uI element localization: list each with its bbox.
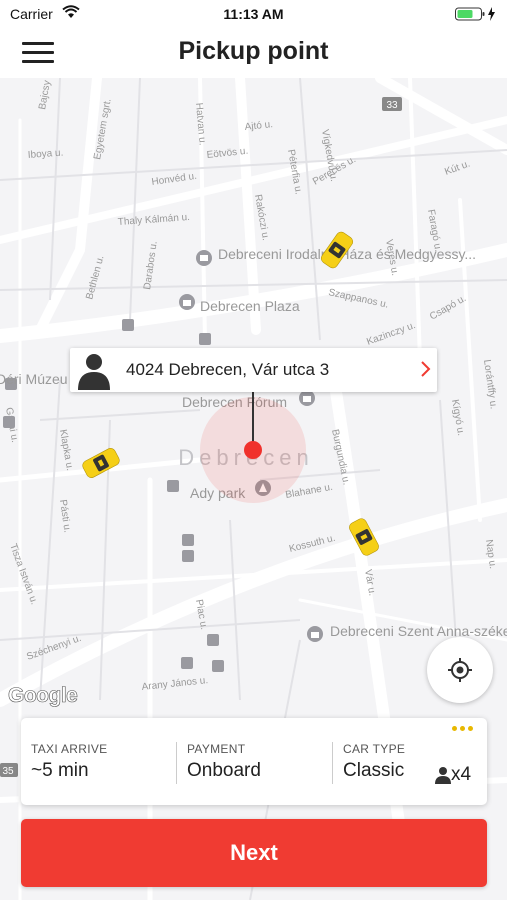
place-label: Debrecen Plaza [200,298,300,314]
pickup-address-text: 4024 Debrecen, Vár utca 3 [126,360,330,379]
trip-info-card: TAXI ARRIVE ~5 min PAYMENT Onboard CAR T… [21,718,487,805]
crosshair-icon [448,658,472,682]
chevron-right-icon[interactable] [419,359,433,379]
person-icon [78,354,110,390]
payment-value: Onboard [187,760,261,781]
seats-indicator: x4 [435,764,471,786]
car-type-value: Classic [343,760,405,781]
google-logo: Google [8,684,78,708]
pickup-address-bar[interactable]: 4024 Debrecen, Vár utca 3 [70,348,437,392]
place-label: Déri Múzeu [0,371,68,387]
payment-label: PAYMENT [187,742,246,756]
more-options-icon[interactable] [452,726,473,731]
battery-icon [455,7,495,21]
road-badge-35: 35 [2,766,14,777]
divider [176,742,177,784]
road-badge-33: 33 [386,100,398,111]
passenger-icon [435,767,451,784]
page-title: Pickup point [178,37,329,65]
taxi-arrive-label: TAXI ARRIVE [31,742,108,756]
divider [332,742,333,784]
taxi-arrive-value: ~5 min [31,760,89,781]
next-button[interactable]: Next [21,819,487,887]
car-type-label: CAR TYPE [343,742,406,756]
car-type-section[interactable]: CAR TYPE Classic [343,742,405,784]
header: Pickup point [0,28,507,78]
status-bar: Carrier 11:13 AM [0,0,507,28]
place-label: Debreceni Szent Anna-székesegy... [330,623,507,639]
taxi-arrive-section: TAXI ARRIVE ~5 min [31,742,107,784]
pickup-pin-icon [244,441,262,459]
locate-me-button[interactable] [427,637,493,703]
pickup-pin-stem [252,392,254,446]
status-time: 11:13 AM [223,6,284,22]
payment-section[interactable]: PAYMENT Onboard [187,742,261,784]
seats-count: x4 [451,764,472,785]
